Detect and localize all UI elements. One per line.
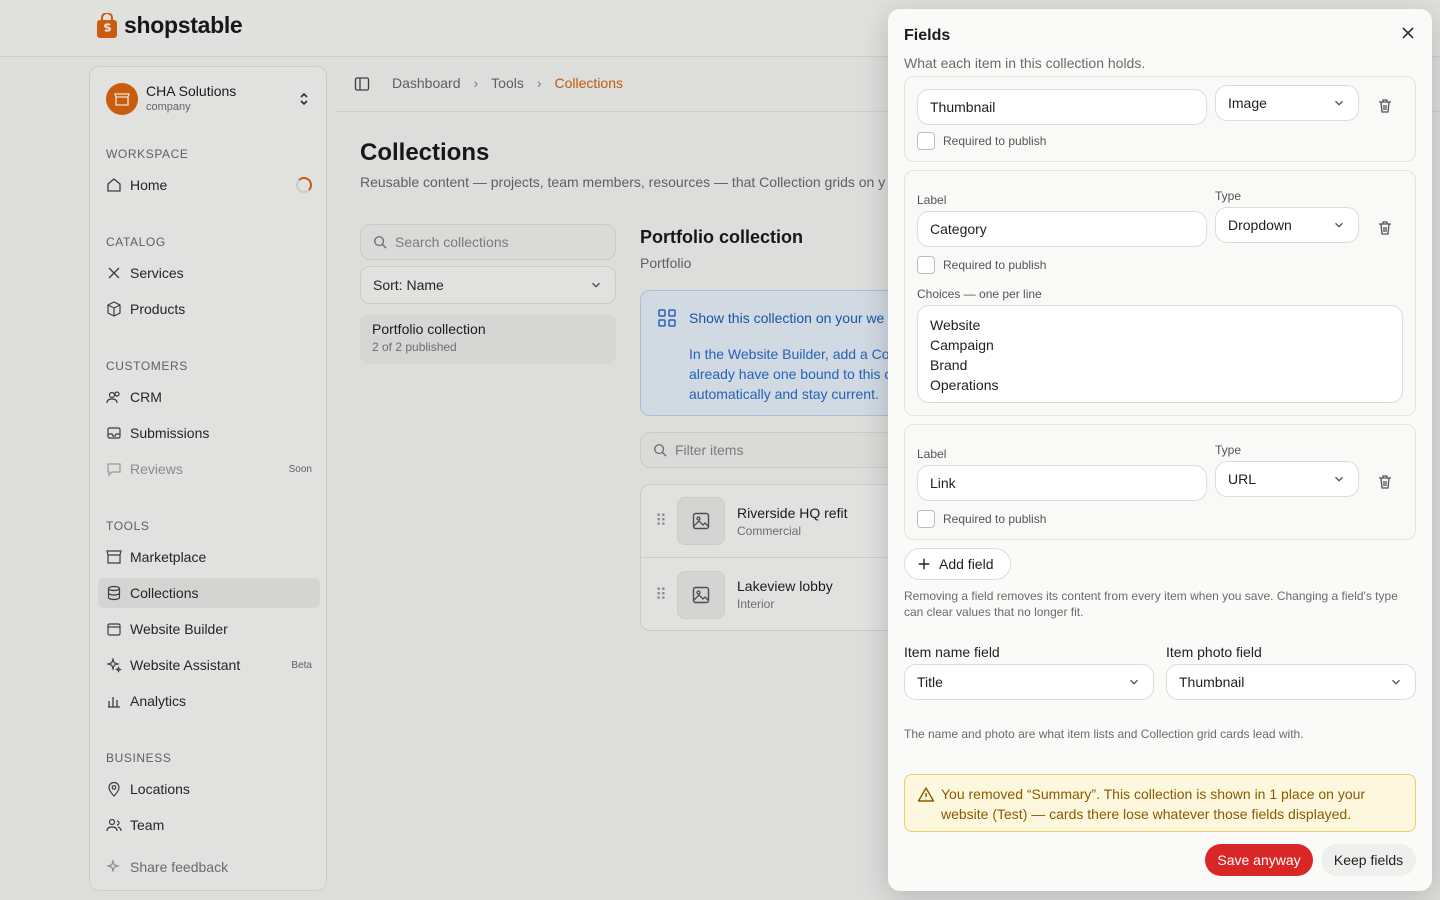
item-name-select[interactable]: Title xyxy=(904,664,1154,700)
panel-description: What each item in this collection holds. xyxy=(904,55,1146,71)
panel-title: Fields xyxy=(904,27,951,44)
chevron-down-icon xyxy=(1335,222,1343,228)
choice-line: Brand xyxy=(930,357,968,373)
field-type-value: URL xyxy=(1228,471,1257,487)
trash-icon[interactable] xyxy=(1377,220,1393,236)
item-photo-label: Item photo field xyxy=(1166,644,1262,660)
label-caption: Label xyxy=(917,447,947,461)
removed-field-warning: You removed “Summary”. This collection i… xyxy=(904,774,1416,832)
item-name-label: Item name field xyxy=(904,644,1000,660)
choice-line: Operations xyxy=(930,377,999,393)
required-checkbox[interactable]: Required to publish xyxy=(917,510,1046,528)
field-label-input[interactable]: Thumbnail xyxy=(917,89,1207,125)
add-field-button[interactable]: Add field xyxy=(904,548,1011,580)
chevron-down-icon xyxy=(1335,476,1343,482)
required-label: Required to publish xyxy=(943,258,1047,272)
item-photo-value: Thumbnail xyxy=(1179,674,1245,690)
field-label-input[interactable]: Category xyxy=(917,211,1207,247)
plus-icon xyxy=(918,558,930,570)
item-fields-note: The name and photo are what item lists a… xyxy=(904,727,1304,741)
type-caption: Type xyxy=(1215,443,1242,457)
keep-fields-button[interactable]: Keep fields xyxy=(1321,844,1416,876)
chevron-down-icon xyxy=(1392,679,1400,685)
choices-textarea[interactable]: Website Campaign Brand Operations xyxy=(917,305,1403,403)
remove-field-note: Removing a field removes its content fro… xyxy=(904,589,1398,619)
checkbox-box[interactable] xyxy=(917,510,935,528)
field-card-category: Label Type Category Dropdown Required to… xyxy=(904,170,1416,416)
required-label: Required to publish xyxy=(943,512,1047,526)
warning-triangle-icon xyxy=(917,787,935,802)
choice-line: Website xyxy=(930,317,981,333)
required-checkbox[interactable]: Required to publish xyxy=(917,256,1046,274)
chevron-down-icon xyxy=(1130,679,1138,685)
type-caption: Type xyxy=(1215,189,1242,203)
choice-line: Campaign xyxy=(930,337,994,353)
field-label-value: Thumbnail xyxy=(930,99,996,115)
checkbox-box[interactable] xyxy=(917,256,935,274)
trash-icon[interactable] xyxy=(1377,474,1393,490)
field-type-select[interactable]: URL xyxy=(1215,461,1359,497)
chevron-down-icon xyxy=(1335,100,1343,106)
choices-caption: Choices — one per line xyxy=(917,287,1042,301)
trash-icon[interactable] xyxy=(1377,98,1393,114)
checkbox-box[interactable] xyxy=(917,132,935,150)
required-label: Required to publish xyxy=(943,134,1047,148)
field-type-value: Image xyxy=(1228,95,1267,111)
field-label-value: Link xyxy=(930,475,956,491)
item-name-value: Title xyxy=(917,674,943,690)
field-label-value: Category xyxy=(930,221,987,237)
field-type-select[interactable]: Dropdown xyxy=(1215,207,1359,243)
close-icon[interactable] xyxy=(1400,25,1416,41)
label-caption: Label xyxy=(917,193,947,207)
save-anyway-button[interactable]: Save anyway xyxy=(1205,844,1313,876)
field-label-input[interactable]: Link xyxy=(917,465,1207,501)
fields-panel: Fields What each item in this collection… xyxy=(888,9,1432,891)
item-photo-select[interactable]: Thumbnail xyxy=(1166,664,1416,700)
field-type-select[interactable]: Image xyxy=(1215,85,1359,121)
field-card-thumbnail: Thumbnail Image Required to publish xyxy=(904,76,1416,162)
add-field-label: Add field xyxy=(939,556,994,572)
warning-text: You removed “Summary”. This collection i… xyxy=(941,786,1366,822)
field-card-link: Label Type Link URL Required to publish xyxy=(904,424,1416,540)
required-checkbox[interactable]: Required to publish xyxy=(917,132,1046,150)
field-type-value: Dropdown xyxy=(1228,217,1292,233)
